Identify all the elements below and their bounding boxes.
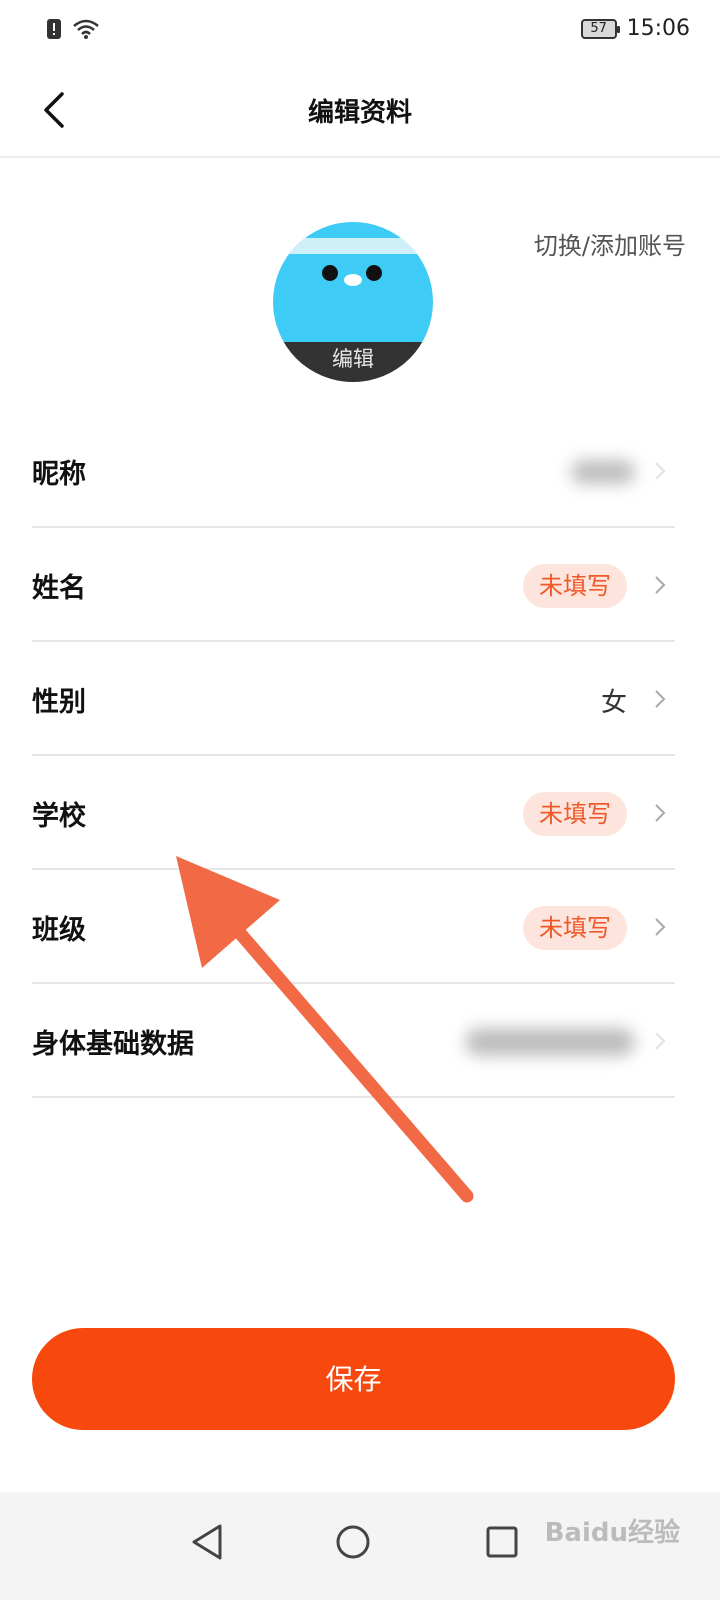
field-row-nickname[interactable]: 昵称 (32, 414, 675, 528)
avatar-edit-label[interactable]: 编辑 (273, 342, 433, 382)
chevron-right-icon (655, 918, 666, 936)
field-label: 班级 (32, 915, 86, 946)
unfilled-badge: 未填写 (523, 792, 627, 836)
chevron-right-icon (655, 1032, 666, 1050)
field-label: 身体基础数据 (32, 1029, 194, 1060)
nav-back-icon[interactable] (178, 1512, 238, 1572)
field-row-gender[interactable]: 性别 女 (32, 642, 675, 756)
chevron-right-icon (655, 576, 666, 594)
chevron-right-icon (655, 690, 666, 708)
status-bar: 57 15:06 (0, 0, 720, 60)
field-row-school[interactable]: 学校 未填写 (32, 756, 675, 870)
battery-indicator: 57 (580, 18, 620, 39)
field-row-class[interactable]: 班级 未填写 (32, 870, 675, 984)
blurred-value (571, 460, 635, 484)
unfilled-badge: 未填写 (523, 906, 627, 950)
field-label: 昵称 (32, 459, 86, 490)
switch-account-link[interactable]: 切换/添加账号 (534, 226, 686, 261)
field-row-name[interactable]: 姓名 未填写 (32, 528, 675, 642)
status-icons-right: 57 15:06 (580, 16, 690, 41)
nav-recents-icon[interactable] (472, 1512, 532, 1572)
blurred-value (465, 1028, 635, 1056)
field-label: 姓名 (32, 573, 86, 604)
chevron-right-icon (655, 462, 666, 480)
field-label: 性别 (32, 687, 86, 718)
unfilled-badge: 未填写 (523, 564, 627, 608)
avatar-beak (344, 274, 362, 286)
status-icons-left (46, 18, 100, 40)
save-button[interactable]: 保存 (32, 1328, 675, 1430)
field-label: 学校 (32, 801, 86, 832)
chevron-right-icon (655, 804, 666, 822)
avatar-eye-right (366, 265, 382, 281)
baidu-watermark: Baidu经验 (544, 1518, 680, 1548)
avatar-eye-left (322, 265, 338, 281)
avatar-headband (273, 238, 433, 254)
profile-field-list: 昵称 姓名 未填写 性别 女 学校 未填写 班级 未填写 身体基础数据 (32, 414, 675, 1098)
avatar[interactable]: 编辑 (273, 222, 433, 382)
clock: 15:06 (626, 16, 690, 41)
gender-value: 女 (600, 688, 627, 718)
nav-home-icon[interactable] (323, 1512, 383, 1572)
top-bar: 编辑资料 (0, 62, 720, 158)
page-title: 编辑资料 (307, 98, 412, 128)
battery-level: 57 (590, 21, 607, 36)
wifi-icon (73, 19, 99, 39)
field-row-body-data[interactable]: 身体基础数据 (32, 984, 675, 1098)
alert-icon (47, 19, 61, 39)
